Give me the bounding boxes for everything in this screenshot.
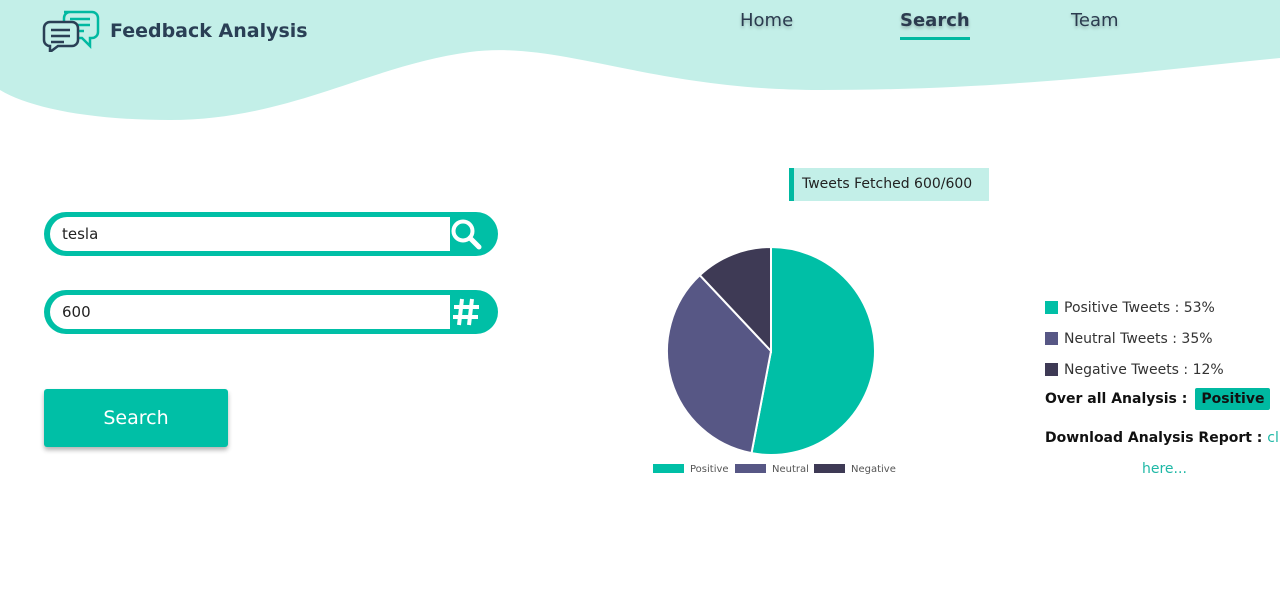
download-report: Download Analysis Report : click [1045, 430, 1280, 446]
search-button[interactable]: Search [44, 389, 228, 447]
chart-legend-label-negative[interactable]: Negative [851, 464, 896, 475]
search-query-group [44, 212, 498, 256]
summary-positive-label: Positive Tweets : 53% [1064, 299, 1215, 316]
summary-neutral: Neutral Tweets : 35% [1045, 323, 1224, 354]
negative-swatch [1045, 363, 1058, 376]
summary-negative-label: Negative Tweets : 12% [1064, 361, 1224, 378]
overall-analysis-badge: Positive [1195, 388, 1271, 410]
chart-legend-swatch-negative[interactable] [814, 464, 845, 473]
hash-icon-button[interactable] [440, 290, 492, 334]
chart-legend-label-neutral[interactable]: Neutral [772, 464, 809, 475]
chart-legend-swatch-positive[interactable] [653, 464, 684, 473]
positive-swatch [1045, 301, 1058, 314]
chart-legend-swatch-neutral[interactable] [735, 464, 766, 473]
download-link-click[interactable]: click [1267, 430, 1280, 446]
download-link-here[interactable]: here... [1142, 461, 1187, 477]
overall-analysis-label: Over all Analysis : [1045, 391, 1188, 407]
summary-neutral-label: Neutral Tweets : 35% [1064, 330, 1213, 347]
search-input[interactable] [50, 217, 450, 251]
search-icon [451, 219, 482, 250]
brand[interactable]: Feedback Analysis [42, 6, 308, 52]
tweets-fetched-label: Tweets Fetched 600/600 [789, 168, 989, 201]
nav-search[interactable]: Search [900, 10, 970, 40]
sentiment-pie-chart: Positive Neutral Negative [653, 245, 896, 475]
summary-positive: Positive Tweets : 53% [1045, 292, 1224, 323]
summary-negative: Negative Tweets : 12% [1045, 354, 1224, 385]
search-icon-button[interactable] [440, 212, 492, 256]
nav-team[interactable]: Team [1071, 10, 1119, 31]
tweet-count-group [44, 290, 498, 334]
brand-name: Feedback Analysis [110, 19, 308, 42]
neutral-swatch [1045, 332, 1058, 345]
chart-legend-label-positive[interactable]: Positive [690, 464, 729, 475]
nav-home[interactable]: Home [740, 10, 793, 31]
tweet-count-input[interactable] [50, 295, 450, 329]
chat-bubbles-icon [42, 10, 100, 52]
download-report-label: Download Analysis Report : [1045, 430, 1263, 446]
overall-analysis: Over all Analysis : Positive [1045, 388, 1271, 410]
sentiment-summary: Positive Tweets : 53% Neutral Tweets : 3… [1045, 292, 1224, 385]
hash-icon [453, 298, 479, 326]
